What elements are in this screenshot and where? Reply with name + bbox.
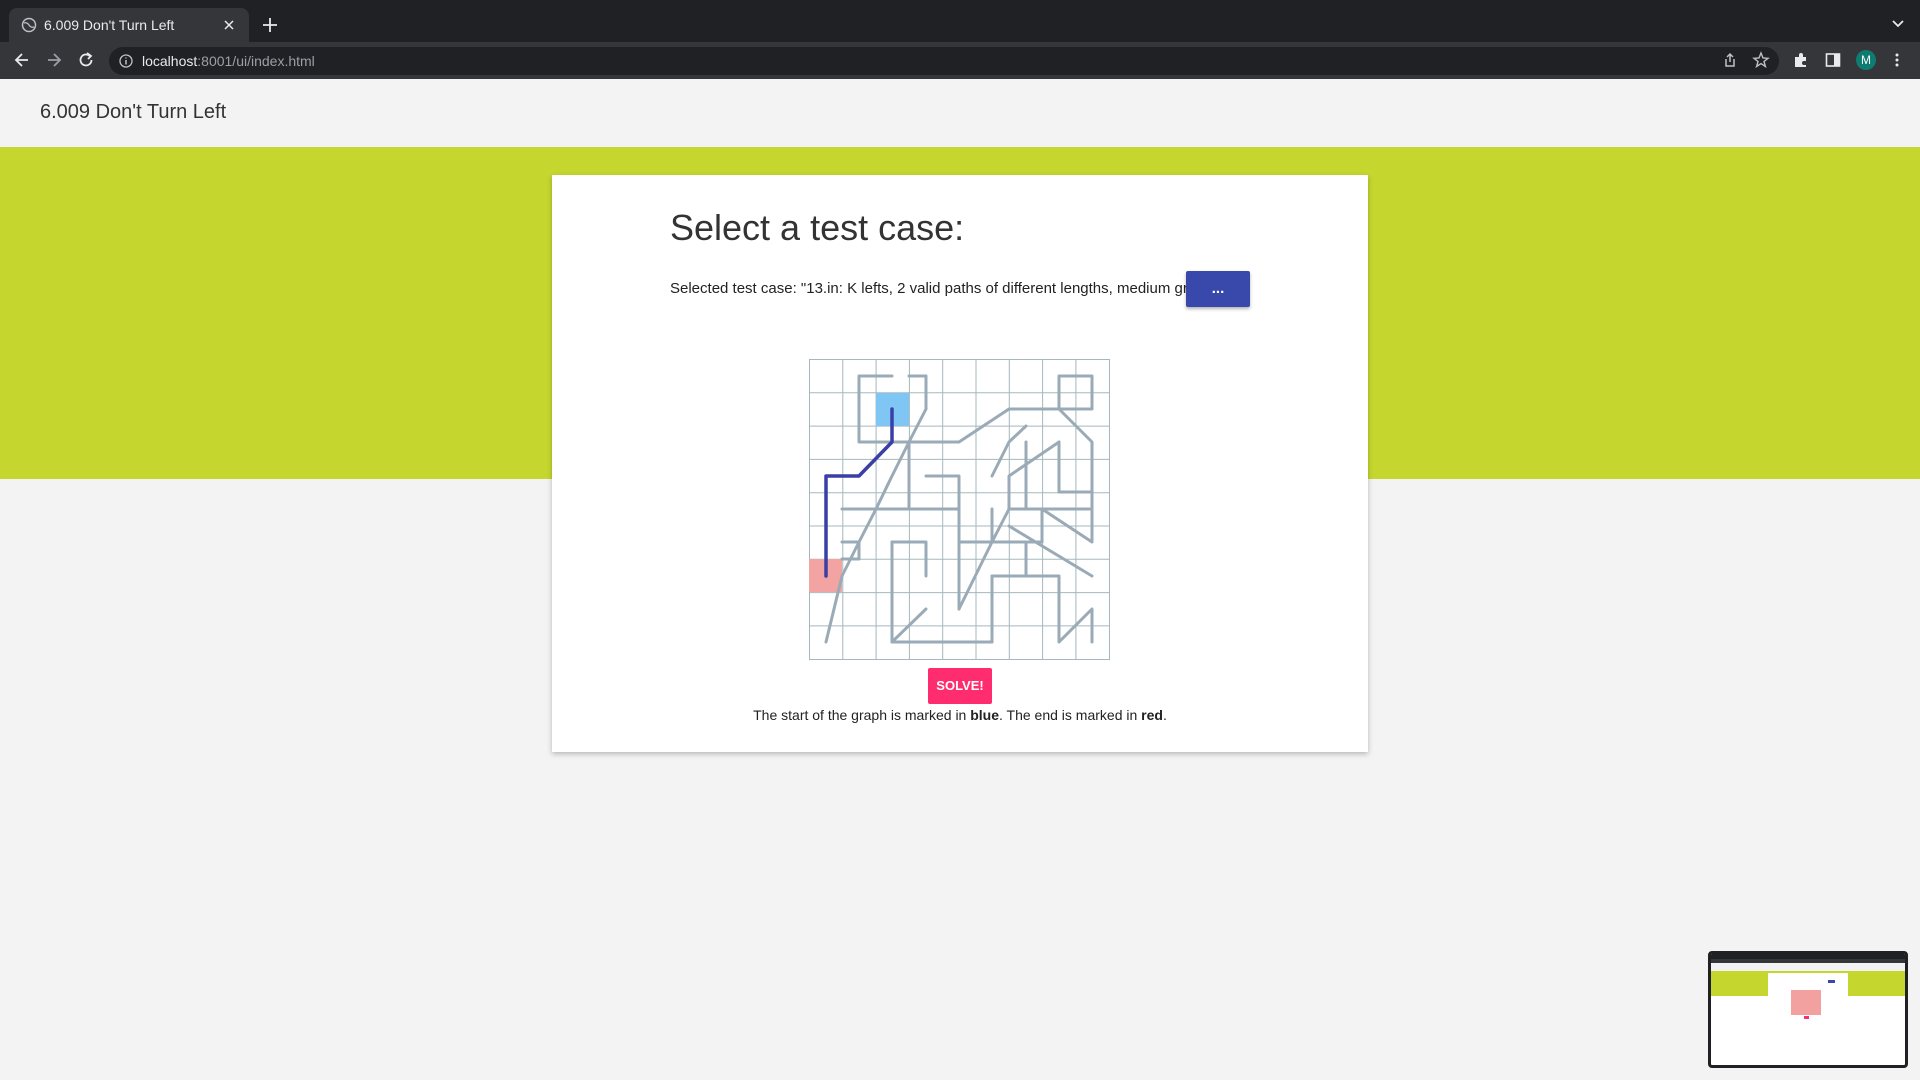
tab-title: 6.009 Don't Turn Left [44,17,175,33]
star-icon[interactable] [1752,51,1770,69]
selected-label: Selected test case: [670,280,801,297]
browser-tab-strip: 6.009 Don't Turn Left [0,0,1920,42]
globe-icon [21,17,37,33]
app-title: 6.009 Don't Turn Left [40,101,227,123]
browser-toolbar: localhost:8001/ui/index.html M [0,42,1920,79]
graph-canvas[interactable] [809,359,1110,660]
menu-icon[interactable] [1888,51,1906,69]
preview-image [1711,954,1905,1020]
selected-value: "13.in: K lefts, 2 valid paths of differ… [800,280,1219,297]
solve-button[interactable]: SOLVE! [928,668,992,704]
url-path: :8001/ui/index.html [197,53,315,69]
back-icon[interactable] [12,50,32,70]
legend-text-1: The start of the graph is marked in [753,707,971,723]
address-bar[interactable]: localhost:8001/ui/index.html [109,47,1779,75]
legend-blue: blue [970,707,1000,723]
forward-icon[interactable] [44,50,64,70]
app-bar: 6.009 Don't Turn Left [0,79,1920,147]
selected-test-case: Selected test case: "13.in: K lefts, 2 v… [670,280,1218,297]
chevron-down-icon[interactable] [1890,16,1906,32]
test-case-card: Select a test case: Selected test case: … [552,175,1368,752]
extensions-icon[interactable] [1792,51,1810,69]
choose-test-case-button[interactable]: ... [1186,271,1250,307]
card-heading: Select a test case: [670,207,965,248]
url-host: localhost [142,53,198,69]
legend-text-3: . [1162,707,1167,723]
graph-edges [824,374,1094,644]
legend-text-2: . The end is marked in [999,707,1142,723]
close-icon[interactable] [221,17,237,33]
graph-legend: The start of the graph is marked in blue… [552,707,1368,723]
info-icon[interactable] [118,53,134,69]
legend-red: red [1141,707,1163,723]
reload-icon[interactable] [76,50,96,70]
browser-tab[interactable]: 6.009 Don't Turn Left [9,8,249,42]
share-icon[interactable] [1721,51,1739,69]
sidepanel-icon[interactable] [1824,51,1842,69]
profile-avatar[interactable]: M [1856,50,1876,70]
url-text: localhost:8001/ui/index.html [142,53,315,69]
window-preview-thumbnail[interactable] [1708,951,1908,1068]
plus-icon[interactable] [260,15,280,35]
